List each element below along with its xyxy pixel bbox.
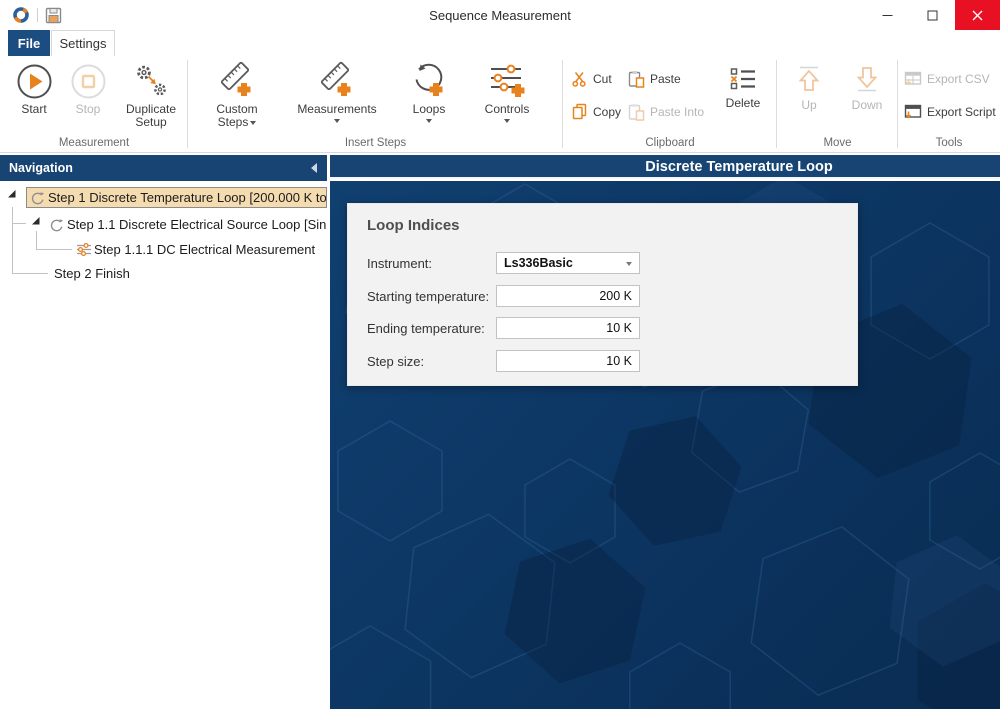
content-header: Discrete Temperature Loop — [330, 155, 1000, 179]
measurements-caret-icon — [334, 119, 340, 123]
card-title: Loop Indices — [367, 217, 460, 234]
starting-temperature-input[interactable]: 200 K — [496, 285, 640, 307]
ribbon-group-clipboard: Cut Copy — [563, 56, 777, 152]
tree-expander-icon[interactable] — [7, 189, 16, 198]
close-button[interactable] — [955, 0, 1000, 30]
move-down-button[interactable]: Down — [841, 59, 893, 112]
tree-item-step1-1-1[interactable]: Step 1.1.1 DC Electrical Measurement — [75, 239, 327, 260]
export-csv-icon — [904, 71, 922, 87]
delete-icon — [730, 61, 756, 97]
main-area: Navigation — [0, 155, 1000, 709]
tree-expander-icon[interactable] — [31, 216, 40, 225]
tree-item-step2[interactable]: Step 2 Finish — [54, 263, 327, 284]
stop-icon — [70, 59, 107, 103]
navigation-tree: Step 1 Discrete Temperature Loop [200.00… — [0, 181, 330, 709]
custom-steps-button[interactable]: Custom Steps — [206, 59, 268, 129]
export-script-button[interactable]: Export Script — [904, 98, 998, 125]
duplicate-setup-button[interactable]: Duplicate Setup — [120, 59, 182, 129]
measurements-icon — [317, 59, 357, 103]
tree-connector — [12, 273, 48, 274]
window-controls — [865, 0, 1000, 30]
ribbon-tab-strip: File Settings — [0, 30, 1000, 56]
tree-connector — [12, 223, 26, 224]
stop-button[interactable]: Stop — [66, 59, 110, 116]
collapse-panel-icon[interactable] — [311, 163, 317, 173]
up-arrow-icon — [794, 59, 824, 99]
ending-temperature-input[interactable]: 10 K — [496, 317, 640, 339]
qat-separator — [37, 8, 38, 22]
ribbon-group-measurement: Start Stop — [0, 56, 188, 152]
paste-into-button[interactable]: Paste Into — [627, 98, 717, 125]
duplicate-setup-icon — [133, 59, 170, 103]
play-icon — [16, 59, 53, 103]
app-logo-icon — [12, 6, 30, 24]
export-script-icon — [904, 104, 922, 120]
cut-icon — [571, 70, 588, 87]
field-row-ending-temperature: Ending temperature: 10 K — [367, 317, 640, 339]
field-row-starting-temperature: Starting temperature: 200 K — [367, 285, 640, 307]
copy-button[interactable]: Copy — [571, 98, 627, 125]
start-button[interactable]: Start — [12, 59, 56, 116]
down-arrow-icon — [852, 59, 882, 99]
starting-temperature-label: Starting temperature: — [367, 289, 496, 304]
group-label-measurement: Measurement — [0, 137, 188, 149]
minimize-button[interactable] — [865, 0, 910, 30]
cut-button[interactable]: Cut — [571, 65, 627, 92]
quick-access-toolbar — [12, 0, 62, 30]
loop-indices-card: Loop Indices Instrument: Ls336Basic Star… — [347, 203, 858, 386]
loops-button[interactable]: Loops — [406, 59, 452, 123]
tab-settings[interactable]: Settings — [51, 30, 115, 56]
tree-connector — [12, 207, 13, 273]
loop-step-icon — [50, 218, 64, 232]
ribbon-group-tools: Export CSV Export Script Tools — [898, 56, 1000, 152]
custom-steps-icon — [217, 59, 257, 103]
ribbon-group-insert-steps: Custom Steps Measurements — [188, 56, 563, 152]
field-row-instrument: Instrument: Ls336Basic — [367, 252, 640, 274]
titlebar: Sequence Measurement — [0, 0, 1000, 30]
chevron-down-icon — [626, 262, 632, 266]
maximize-button[interactable] — [910, 0, 955, 30]
move-up-button[interactable]: Up — [783, 59, 835, 112]
field-row-step-size: Step size: 10 K — [367, 350, 640, 372]
custom-steps-caret-icon — [250, 121, 256, 125]
delete-button[interactable]: Delete — [717, 59, 769, 110]
group-label-tools: Tools — [898, 137, 1000, 149]
navigation-title: Navigation — [9, 161, 73, 175]
paste-icon — [627, 70, 645, 88]
tree-connector — [36, 249, 72, 250]
controls-caret-icon — [504, 119, 510, 123]
copy-icon — [571, 103, 588, 120]
controls-button[interactable]: Controls — [478, 59, 536, 123]
navigation-panel: Navigation — [0, 155, 330, 709]
ribbon-group-move: Up Down Move — [777, 56, 898, 152]
ending-temperature-label: Ending temperature: — [367, 321, 496, 336]
instrument-label: Instrument: — [367, 256, 496, 271]
group-label-insert-steps: Insert Steps — [188, 137, 563, 149]
loops-icon — [409, 59, 449, 103]
tree-item-step1-1[interactable]: Step 1.1 Discrete Electrical Source Loop… — [49, 214, 327, 235]
controls-icon — [487, 59, 527, 103]
tree-item-step1[interactable]: Step 1 Discrete Temperature Loop [200.00… — [26, 187, 327, 208]
window-title: Sequence Measurement — [0, 0, 1000, 30]
step-size-label: Step size: — [367, 354, 496, 369]
paste-button[interactable]: Paste — [627, 65, 717, 92]
loop-step-icon — [31, 191, 45, 205]
loops-caret-icon — [426, 119, 432, 123]
content-panel: Discrete Temperature Loop Loop Indices I… — [330, 155, 1000, 709]
measurement-step-icon — [76, 243, 92, 256]
paste-into-icon — [627, 103, 645, 121]
step-size-input[interactable]: 10 K — [496, 350, 640, 372]
navigation-header: Navigation — [0, 155, 327, 181]
group-label-move: Move — [777, 137, 898, 149]
tab-file[interactable]: File — [8, 30, 50, 56]
instrument-combobox[interactable]: Ls336Basic — [496, 252, 640, 274]
save-icon[interactable] — [45, 7, 62, 24]
ribbon: Start Stop — [0, 56, 1000, 153]
group-label-clipboard: Clipboard — [563, 137, 777, 149]
export-csv-button[interactable]: Export CSV — [904, 65, 998, 92]
measurements-button[interactable]: Measurements — [294, 59, 380, 123]
tree-connector — [36, 231, 37, 249]
content-body: Loop Indices Instrument: Ls336Basic Star… — [330, 181, 1000, 709]
